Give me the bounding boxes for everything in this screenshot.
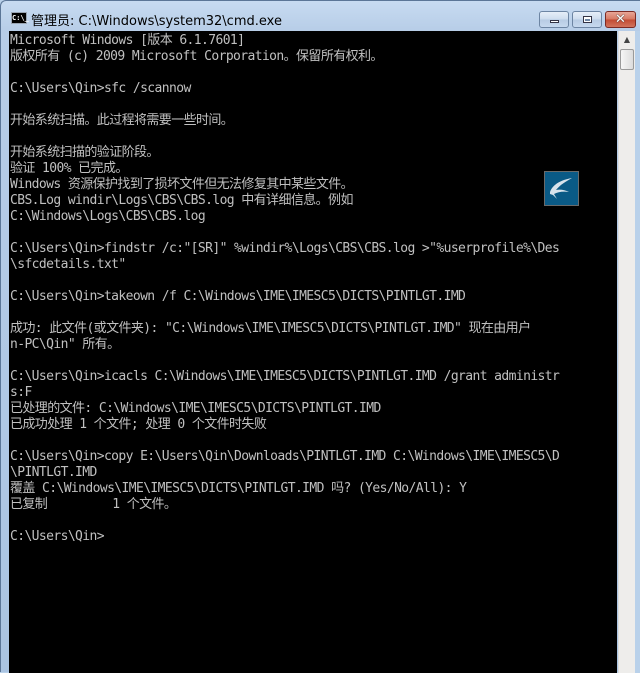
console-output[interactable]: Microsoft Windows [版本 6.1.7601] 版权所有 (c) … — [9, 31, 617, 673]
maximize-button[interactable] — [572, 11, 602, 28]
close-icon: ✕ — [615, 12, 626, 27]
window-title: 管理员: C:\Windows\system32\cmd.exe — [31, 14, 282, 29]
console-lines: Microsoft Windows [版本 6.1.7601] 版权所有 (c) … — [10, 33, 560, 545]
console-line: 已成功处理 1 个文件; 处理 0 个文件时失败 — [10, 417, 267, 432]
console-line: C:\Windows\Logs\CBS\CBS.log — [10, 209, 206, 224]
scroll-thumb[interactable] — [620, 49, 634, 70]
console-line: C:\Users\Qin>sfc /scannow — [10, 81, 191, 96]
console-line: C:\Users\Qin> — [10, 529, 105, 544]
bird-app-icon[interactable] — [544, 171, 579, 206]
cmd-icon[interactable]: C:\_ — [11, 12, 29, 24]
console-line: n-PC\Qin" 所有。 — [10, 337, 120, 352]
minimize-button[interactable] — [539, 11, 569, 28]
cmd-window: C:\_ 管理员: C:\Windows\system32\cmd.exe ✕ … — [0, 0, 640, 673]
minimize-icon — [550, 20, 559, 23]
console-line: \sfcdetails.txt" — [10, 257, 126, 272]
console-line: 版权所有 (c) 2009 Microsoft Corporation。保留所有… — [10, 49, 383, 64]
console-line: Windows 资源保护找到了损坏文件但无法修复其中某些文件。 — [10, 177, 354, 192]
close-button[interactable]: ✕ — [605, 11, 636, 28]
console-line: C:\Users\Qin>copy E:\Users\Qin\Downloads… — [10, 449, 560, 464]
bird-glyph — [550, 178, 572, 199]
console-line: CBS.Log windir\Logs\CBS\CBS.log 中有详细信息。例… — [10, 193, 353, 208]
console-line: C:\Users\Qin>findstr /c:"[SR]" %windir%\… — [10, 241, 560, 256]
console-line: C:\Users\Qin>icacls C:\Windows\IME\IMESC… — [10, 369, 560, 384]
console-line: C:\Users\Qin>takeown /f C:\Windows\IME\I… — [10, 289, 466, 304]
console-line: Microsoft Windows [版本 6.1.7601] — [10, 33, 245, 48]
console-line: 验证 100% 已完成。 — [10, 161, 128, 176]
console-line: \PINTLGT.IMD — [10, 465, 97, 480]
console-line: 已复制 1 个文件。 — [10, 497, 177, 512]
window-frame-right — [635, 31, 640, 673]
maximize-icon — [583, 16, 592, 23]
console-line: 开始系统扫描。此过程将需要一些时间。 — [10, 113, 234, 128]
console-line: 成功: 此文件(或文件夹): "C:\Windows\IME\IMESC5\DI… — [10, 321, 531, 336]
title-bar[interactable]: C:\_ 管理员: C:\Windows\system32\cmd.exe ✕ — [1, 1, 640, 31]
console-line: 覆盖 C:\Windows\IME\IMESC5\DICTS\PINTLGT.I… — [10, 481, 467, 496]
vertical-scrollbar[interactable]: ▲ — [618, 31, 635, 673]
scroll-up-arrow-icon[interactable]: ▲ — [619, 31, 635, 48]
console-line: 已处理的文件: C:\Windows\IME\IMESC5\DICTS\PINT… — [10, 401, 381, 416]
console-line: s:F — [10, 385, 32, 400]
console-line: 开始系统扫描的验证阶段。 — [10, 145, 159, 160]
